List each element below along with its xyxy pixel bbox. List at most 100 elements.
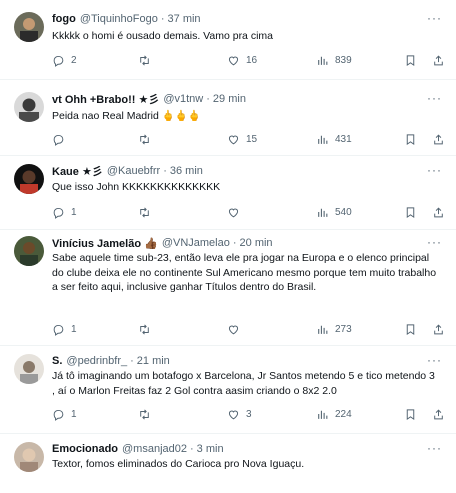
like-button[interactable]: 16 [227,54,257,67]
reply-button[interactable]: 1 [52,206,77,219]
bookmark-button[interactable] [404,323,417,336]
tweet[interactable]: S. @pedrinbfr_ · 21 min ··· Já tô imagin… [0,346,456,434]
reply-button[interactable]: 1 [52,323,77,336]
retweet-icon [140,324,149,334]
reply-button[interactable]: 1 [52,408,77,421]
reply-count: 2 [71,54,77,66]
author-handle[interactable]: @TiquinhoFogo [80,13,158,25]
retweet-button[interactable] [138,133,157,146]
reply-icon [53,324,64,336]
retweet-button[interactable] [138,54,157,67]
avatar[interactable] [14,164,44,194]
author-name[interactable]: S. [52,355,62,367]
author-name[interactable]: fogo [52,13,76,25]
views-button[interactable]: 431 [316,133,352,146]
timestamp[interactable]: 20 min [240,237,273,249]
reply-icon [53,409,64,421]
share-button[interactable] [432,323,445,336]
timestamp[interactable]: 29 min [213,93,246,105]
bookmark-button[interactable] [404,133,417,146]
like-button[interactable]: 15 [227,133,257,146]
avatar[interactable] [14,12,44,42]
bookmark-button[interactable] [404,408,417,421]
timestamp[interactable]: 37 min [168,13,201,25]
like-count: 15 [246,133,258,145]
heart-icon [228,56,239,65]
analytics-icon [318,56,328,65]
author-name[interactable]: Kaue ★彡 [52,163,103,179]
retweet-button[interactable] [138,323,157,336]
separator-dot: · [232,237,237,249]
like-count: 3 [246,408,252,420]
tweet[interactable]: Emocionado @msanjad02 · 3 min ··· Textor… [0,434,456,493]
author-name[interactable]: Emocionado [52,443,118,455]
more-options-icon[interactable]: ··· [427,441,442,455]
avatar[interactable] [14,354,44,384]
author-handle[interactable]: @v1tnw [163,93,203,105]
like-button[interactable] [227,206,246,219]
tweet-header: Kaue ★彡 @Kauebfrr · 36 min [52,162,203,180]
analytics-icon [318,410,328,419]
tweet-header: fogo @TiquinhoFogo · 37 min [52,10,201,28]
tweet-text: Já tô imaginando um botafogo x Barcelona… [52,370,435,397]
separator-dot: · [190,443,194,455]
separator-dot: · [130,355,134,367]
bookmark-icon [406,54,415,66]
tweet[interactable]: vt Ohh +Brabo!! ★彡 @v1tnw · 29 min ··· P… [0,80,456,156]
share-button[interactable] [432,206,445,219]
share-button[interactable] [432,133,445,146]
views-button[interactable]: 273 [316,323,352,336]
tweet[interactable]: fogo @TiquinhoFogo · 37 min ··· Kkkkk o … [0,0,456,80]
author-handle[interactable]: @Kauebfrr [107,165,160,177]
retweet-icon [140,409,149,419]
reply-button[interactable]: 2 [52,54,77,67]
like-button[interactable]: 3 [227,408,252,421]
avatar[interactable] [14,236,44,266]
author-name[interactable]: Vinícius Jamelão 👍🏾 [52,237,158,250]
author-handle[interactable]: @VNJamelao [162,237,230,249]
more-options-icon[interactable]: ··· [427,91,442,105]
reply-count: 1 [71,408,77,420]
tweet-text: Peida nao Real Madrid 🖕🖕🖕 [52,110,201,122]
timestamp[interactable]: 21 min [137,355,170,367]
views-button[interactable]: 224 [316,408,352,421]
separator-dot: · [163,165,167,177]
timestamp[interactable]: 36 min [170,165,203,177]
reply-count: 1 [71,206,77,218]
avatar[interactable] [14,92,44,122]
tweet-header: Emocionado @msanjad02 · 3 min [52,440,224,458]
analytics-icon [318,325,328,334]
share-button[interactable] [432,408,445,421]
more-options-icon[interactable]: ··· [427,235,442,249]
retweet-icon [140,207,149,217]
timestamp[interactable]: 3 min [197,443,224,455]
bookmark-button[interactable] [404,206,417,219]
share-button[interactable] [432,54,445,67]
retweet-icon [140,134,149,144]
author-handle[interactable]: @pedrinbfr_ [66,355,127,367]
more-options-icon[interactable]: ··· [427,163,442,177]
avatar[interactable] [14,442,44,472]
bookmark-button[interactable] [404,54,417,67]
more-options-icon[interactable]: ··· [427,353,442,367]
author-name[interactable]: vt Ohh +Brabo!! ★彡 [52,91,159,107]
reply-button[interactable] [52,133,71,146]
reply-count: 1 [71,323,77,335]
author-handle[interactable]: @msanjad02 [122,443,187,455]
analytics-icon [318,208,328,217]
tweet[interactable]: Vinícius Jamelão 👍🏾 @VNJamelao · 20 min … [0,230,456,346]
views-button[interactable]: 839 [316,54,352,67]
tweet-header: S. @pedrinbfr_ · 21 min [52,352,170,370]
tweet-actions: 15 431 [52,131,444,147]
retweet-button[interactable] [138,408,157,421]
tweet[interactable]: Kaue ★彡 @Kauebfrr · 36 min ··· Que isso … [0,156,456,230]
reply-feed: fogo @TiquinhoFogo · 37 min ··· Kkkkk o … [0,0,456,493]
heart-icon [228,208,239,217]
view-count: 224 [335,408,352,420]
like-button[interactable] [227,323,246,336]
tweet-text: Sabe aquele time sub-23, então leva ele … [52,252,437,293]
more-options-icon[interactable]: ··· [427,11,442,25]
retweet-button[interactable] [138,206,157,219]
separator-dot: · [206,93,210,105]
views-button[interactable]: 540 [316,206,352,219]
